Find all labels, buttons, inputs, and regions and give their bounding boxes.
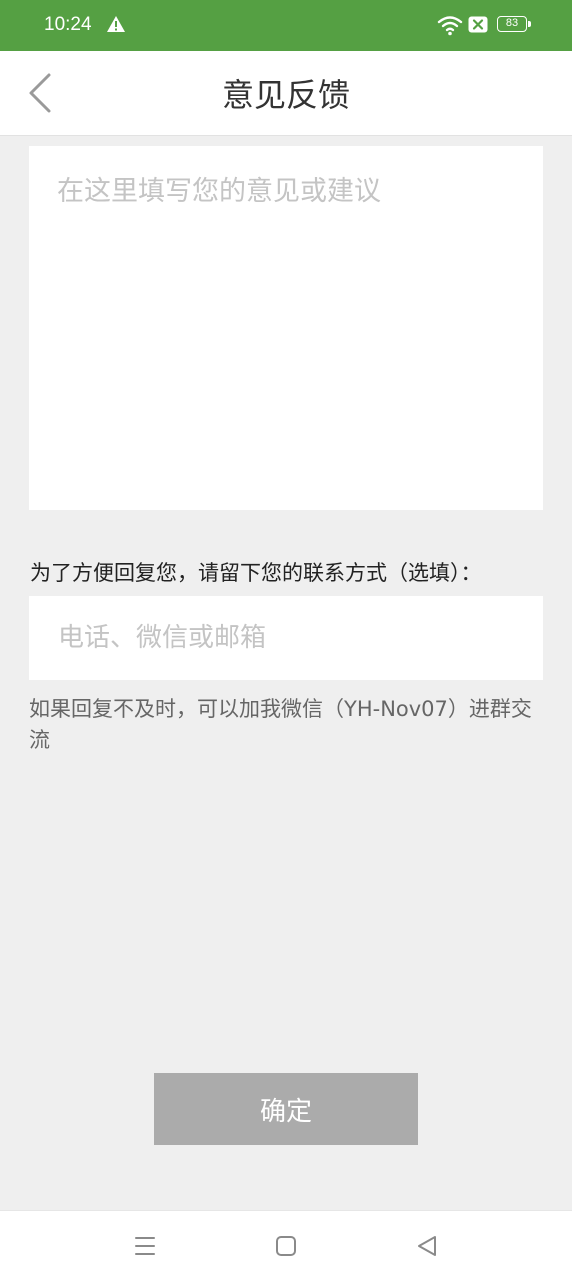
page-title: 意见反馈 (221, 76, 350, 114)
status-time: 10:24 (44, 14, 92, 35)
menu-icon[interactable] (132, 1233, 158, 1259)
contact-label: 为了方便回复您，请留下您的联系方式（选填）： (30, 561, 482, 585)
warning-icon (107, 16, 125, 32)
confirm-button[interactable]: 确定 (154, 1073, 418, 1145)
header: 意见反馈 (0, 51, 572, 136)
wifi-icon (437, 16, 463, 36)
home-icon[interactable] (273, 1233, 299, 1259)
contact-input[interactable] (29, 596, 543, 680)
sim-card-icon (468, 16, 488, 33)
battery-icon: 83 (497, 16, 531, 32)
battery-level: 83 (505, 17, 519, 29)
feedback-textarea[interactable] (29, 146, 543, 510)
navigation-bar (0, 1210, 572, 1280)
status-bar: 10:24 83 (0, 0, 572, 51)
tip-text: 如果回复不及时，可以加我微信（YH-Nov07）进群交流 (29, 697, 532, 752)
back-icon[interactable] (414, 1233, 440, 1259)
